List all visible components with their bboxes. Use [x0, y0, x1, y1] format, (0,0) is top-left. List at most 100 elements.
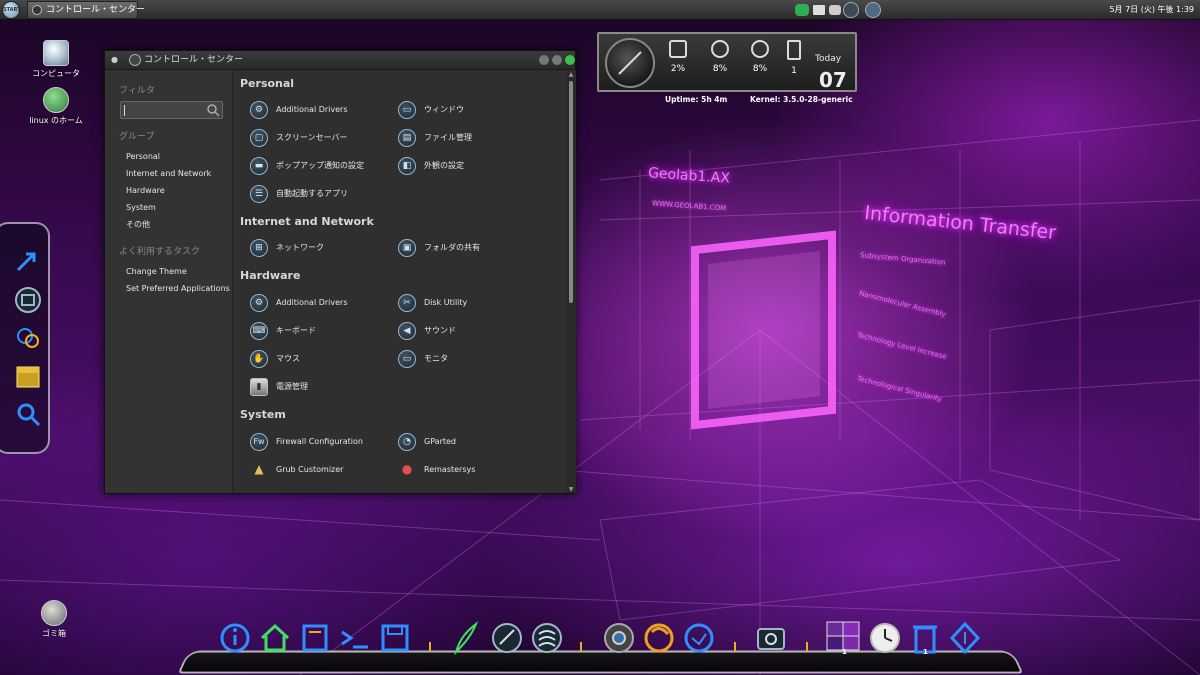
applet-network[interactable]: ⊞ ネットワーク: [250, 238, 324, 258]
scrollbar-thumb[interactable]: [569, 81, 573, 303]
settings-icon[interactable]: [865, 2, 881, 18]
start-menu-button[interactable]: START: [2, 1, 21, 19]
applet-label: Firewall Configuration: [276, 437, 363, 446]
camera-icon[interactable]: [14, 286, 42, 314]
chat-bubbles-icon[interactable]: [14, 324, 42, 352]
applet-label: フォルダの共有: [424, 243, 480, 252]
desktop-icon-computer[interactable]: コンピュータ: [26, 40, 86, 79]
cpu-icon: [669, 40, 687, 58]
desktop-icon-trash[interactable]: ゴミ箱: [24, 600, 84, 639]
search-icon[interactable]: [206, 103, 220, 117]
chrome-icon[interactable]: [602, 620, 636, 656]
home-icon[interactable]: [258, 620, 292, 656]
gparted-icon: ◔: [398, 433, 416, 451]
applet-label: モニタ: [424, 354, 448, 363]
vertical-scrollbar[interactable]: ▲ ▼: [566, 71, 576, 493]
applet-monitor[interactable]: ▭ モニタ: [398, 349, 448, 369]
applet-power-management[interactable]: ▮ 電源管理: [250, 377, 308, 397]
section-title-personal: Personal: [240, 77, 295, 90]
taskbar-item-label: コントロール・センター: [46, 5, 146, 15]
applet-sound[interactable]: ◀ サウンド: [398, 321, 456, 341]
feather-icon[interactable]: [448, 620, 482, 656]
shared-folder-icon: ▣: [398, 239, 416, 257]
keyboard-icon[interactable]: [813, 5, 825, 15]
applet-startup-applications[interactable]: ☰ 自動起動するアプリ: [250, 184, 348, 204]
applet-grub-customizer[interactable]: ▲ Grub Customizer: [250, 460, 343, 480]
task-change-theme[interactable]: Change Theme: [126, 267, 187, 276]
filter-input[interactable]: [120, 101, 223, 119]
applet-mouse[interactable]: ✋ マウス: [250, 349, 300, 369]
text-editor-icon[interactable]: [490, 620, 524, 656]
terminal-icon[interactable]: [338, 620, 372, 656]
recycle-icon: [41, 600, 67, 626]
minimize-button[interactable]: [539, 55, 549, 65]
applet-label: GParted: [424, 437, 456, 446]
applet-folder-sharing[interactable]: ▣ フォルダの共有: [398, 238, 480, 258]
save-icon[interactable]: [378, 620, 412, 656]
sidebar-item-system[interactable]: System: [126, 203, 156, 212]
network-icon[interactable]: [829, 5, 841, 15]
taskbar-item-control-center[interactable]: コントロール・センター: [27, 1, 145, 19]
maximize-button[interactable]: [552, 55, 562, 65]
sidebar-item-hardware[interactable]: Hardware: [126, 186, 165, 195]
applet-popup-notifications[interactable]: ▬ ポップアップ通知の設定: [250, 156, 364, 176]
desktop-icon-home[interactable]: linux のホーム: [26, 87, 86, 126]
applet-disk-utility[interactable]: ✂ Disk Utility: [398, 293, 467, 313]
disk-utility-icon: ✂: [398, 294, 416, 312]
window-title: コントロール・センター: [144, 55, 244, 65]
trash-badge: 1: [923, 648, 928, 656]
ubuntu-icon[interactable]: [948, 620, 982, 656]
applet-file-management[interactable]: ▤ ファイル管理: [398, 128, 472, 148]
applet-keyboard[interactable]: ⌨ キーボード: [250, 321, 316, 341]
monitor-icon: ▭: [398, 350, 416, 368]
chat-icon[interactable]: [795, 4, 809, 16]
computer-icon: [43, 40, 69, 66]
file-manager-icon[interactable]: [298, 620, 332, 656]
sidebar-item-other[interactable]: その他: [126, 219, 150, 230]
window-menu-icon[interactable]: ●: [111, 55, 119, 65]
applet-firewall-configuration[interactable]: Fw Firewall Configuration: [250, 432, 363, 452]
applet-screensaver[interactable]: ▢ スクリーンセーバー: [250, 128, 348, 148]
screenshot-icon[interactable]: [754, 620, 788, 656]
applet-gparted[interactable]: ◔ GParted: [398, 432, 456, 452]
clock-icon[interactable]: [868, 620, 902, 656]
dock-separator: [806, 642, 808, 652]
sidebar-item-internet-and-network[interactable]: Internet and Network: [126, 169, 211, 178]
panel-clock[interactable]: 5月 7日 (火) 午後 1:39: [1109, 0, 1194, 20]
memory-stat: 8%: [703, 40, 737, 74]
driver-icon: ⚙: [250, 101, 268, 119]
applet-window[interactable]: ▭ ウィンドウ: [398, 100, 464, 120]
search-icon[interactable]: [14, 400, 42, 428]
trash-stat: 1: [777, 40, 811, 76]
driver-icon: ⚙: [250, 294, 268, 312]
filter-heading: フィルタ: [119, 86, 155, 96]
applet-label: スクリーンセーバー: [276, 133, 348, 142]
screensaver-icon: ▢: [250, 129, 268, 147]
firefox-icon[interactable]: [642, 620, 676, 656]
scroll-up-arrow-icon[interactable]: ▲: [567, 71, 575, 78]
group-heading: グループ: [119, 132, 155, 142]
window-titlebar[interactable]: ● コントロール・センター: [105, 51, 575, 70]
applet-remastersys[interactable]: ● Remastersys: [398, 460, 476, 480]
applet-label: ポップアップ通知の設定: [276, 161, 364, 170]
volume-icon[interactable]: [843, 2, 859, 18]
applet-appearance[interactable]: ◧ 外観の設定: [398, 156, 464, 176]
task-set-preferred-applications[interactable]: Set Preferred Applications: [126, 284, 230, 293]
workspace-badge: 1: [842, 648, 847, 656]
info-icon[interactable]: [218, 620, 252, 656]
expand-arrow-icon[interactable]: [14, 248, 42, 276]
close-button[interactable]: [565, 55, 575, 65]
memory-value: 8%: [712, 64, 728, 74]
sidebar-item-personal[interactable]: Personal: [126, 152, 160, 161]
applet-additional-drivers[interactable]: ⚙ Additional Drivers: [250, 100, 348, 120]
control-center-icon: [129, 54, 141, 66]
applet-additional-drivers-hw[interactable]: ⚙ Additional Drivers: [250, 293, 348, 313]
applet-label: Remastersys: [424, 465, 476, 474]
trash-count: 1: [791, 66, 797, 76]
thunderbird-icon[interactable]: [682, 620, 716, 656]
mouse-hand-icon: ✋: [250, 350, 268, 368]
package-icon[interactable]: [14, 362, 42, 390]
keyboard-icon: ⌨: [250, 322, 268, 340]
scroll-down-arrow-icon[interactable]: ▼: [567, 486, 575, 493]
music-icon[interactable]: [530, 620, 564, 656]
